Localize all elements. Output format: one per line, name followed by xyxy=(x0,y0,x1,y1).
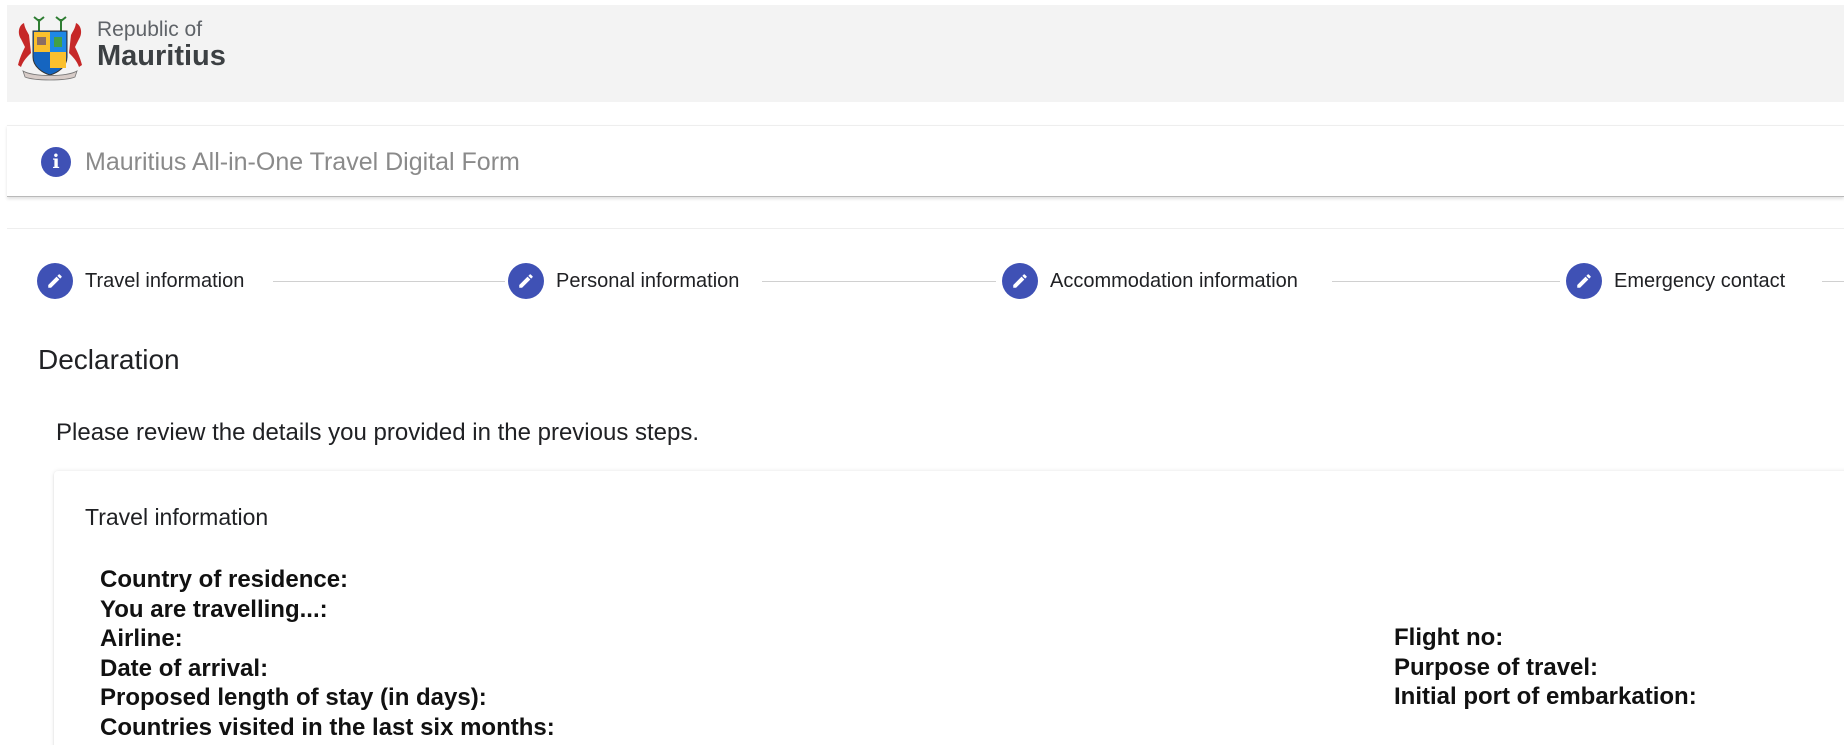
step-connector xyxy=(1332,281,1560,282)
pencil-icon xyxy=(37,263,73,299)
step-connector xyxy=(1822,281,1844,282)
field-purpose-of-travel: Purpose of travel: xyxy=(1394,653,1599,681)
field-date-of-arrival: Date of arrival: xyxy=(100,654,269,682)
step-label: Travel information xyxy=(85,269,245,292)
field-airline: Airline: xyxy=(100,625,183,652)
step-label: Personal information xyxy=(556,269,740,292)
step-label: Accommodation information xyxy=(1050,269,1298,292)
brand-name: Republic of Mauritius xyxy=(97,19,226,71)
stepper: Travel information Personal information … xyxy=(37,262,1844,302)
review-fields-right: Flight no: Purpose of travel: Initial po… xyxy=(1394,623,1697,712)
main-content: Travel information Personal information … xyxy=(7,228,1844,745)
step-label: Emergency contact xyxy=(1614,269,1786,292)
review-fields-left: Country of residence: You are travelling… xyxy=(100,565,555,742)
form-info-bar: i Mauritius All-in-One Travel Digital Fo… xyxy=(7,125,1844,197)
pencil-icon xyxy=(508,263,544,299)
review-instructions: Please review the details you provided i… xyxy=(56,419,700,446)
travel-information-review-card: Travel information Country of residence:… xyxy=(54,471,1844,745)
step-personal-information[interactable]: Personal information xyxy=(508,262,739,300)
step-accommodation-information[interactable]: Accommodation information xyxy=(1002,262,1298,300)
brand-republic-of: Republic of xyxy=(97,18,203,41)
page: Republic of Mauritius i Mauritius All-in… xyxy=(0,0,1844,745)
field-port-of-embarkation: Initial port of embarkation: xyxy=(1394,683,1697,710)
step-connector xyxy=(762,281,996,282)
pencil-icon xyxy=(1002,263,1038,299)
field-length-of-stay: Proposed length of stay (in days): xyxy=(100,684,487,711)
field-country-of-residence: Country of residence: xyxy=(100,566,349,593)
brand-country: Mauritius xyxy=(97,40,226,72)
field-travelling: You are travelling...: xyxy=(100,595,328,623)
declaration-heading: Declaration xyxy=(38,344,180,375)
coat-of-arms-icon xyxy=(18,16,82,81)
form-title: Mauritius All-in-One Travel Digital Form xyxy=(85,148,520,176)
field-flight-no: Flight no: xyxy=(1394,624,1504,651)
info-icon: i xyxy=(41,147,71,177)
pencil-icon xyxy=(1566,263,1602,299)
step-emergency-contact[interactable]: Emergency contact xyxy=(1566,262,1785,300)
field-countries-visited: Countries visited in the last six months… xyxy=(100,713,555,741)
step-connector xyxy=(273,281,505,282)
step-travel-information[interactable]: Travel information xyxy=(37,262,244,300)
site-header: Republic of Mauritius xyxy=(7,5,1844,102)
card-title: Travel information xyxy=(85,504,269,530)
